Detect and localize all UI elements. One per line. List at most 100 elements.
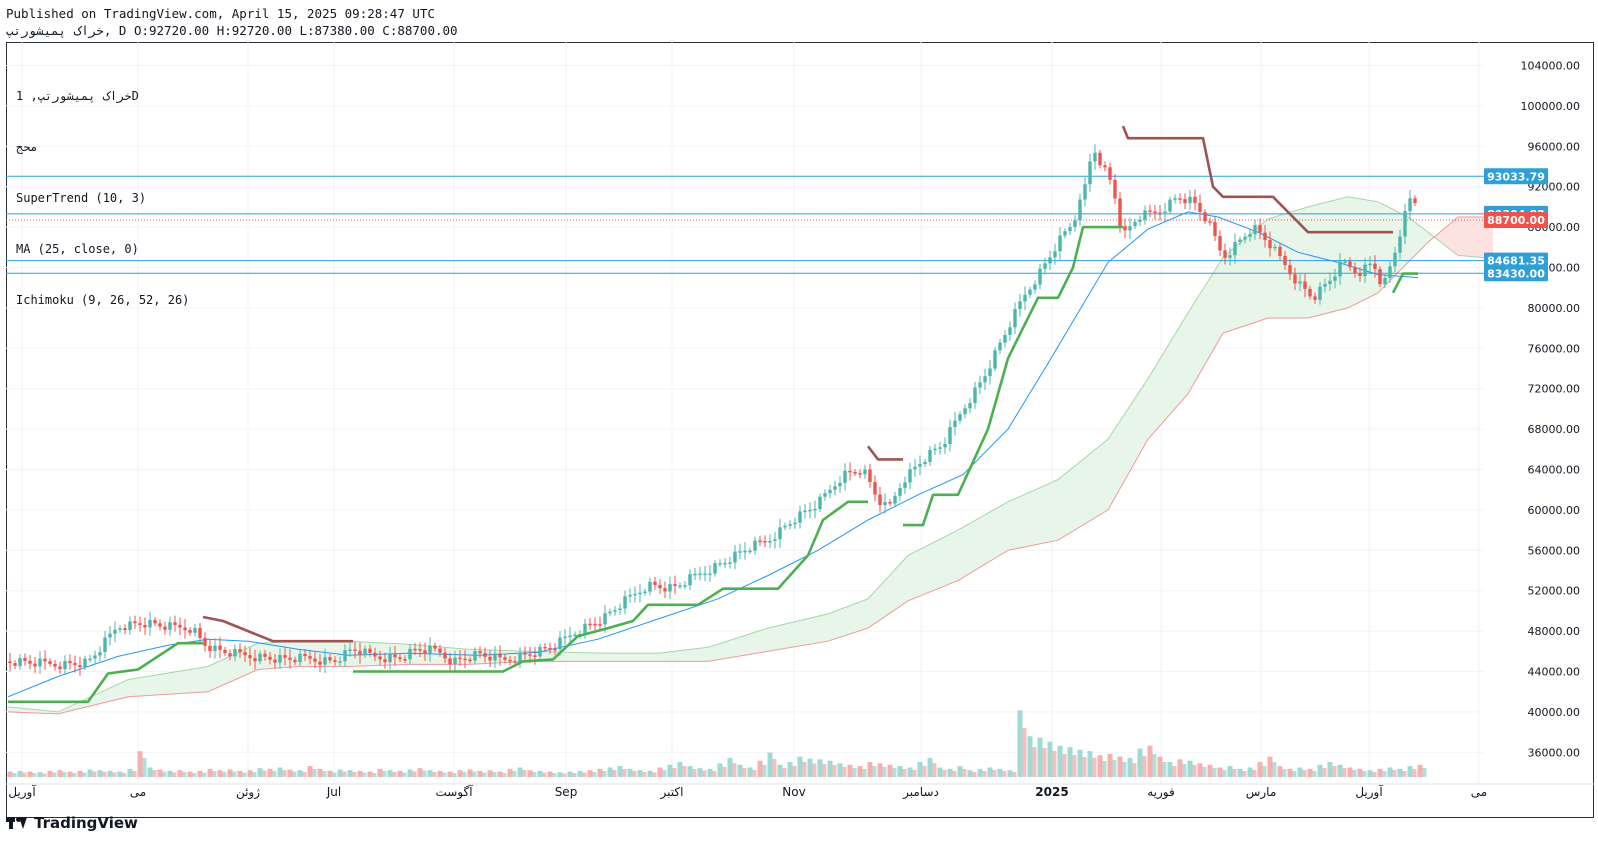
candle-body [1193, 196, 1197, 203]
cloud-segment [618, 653, 623, 662]
volume-bar [927, 757, 933, 777]
candle-body [1328, 280, 1332, 285]
price-tick-label: 36000.00 [1528, 746, 1581, 759]
candle-body [278, 655, 282, 663]
candle-body [378, 656, 382, 660]
cloud-segment [1363, 199, 1368, 301]
candle-body [423, 650, 427, 654]
candle-body [998, 342, 1002, 351]
candle-body [488, 656, 492, 661]
candle-body [1123, 226, 1127, 231]
candle-body [243, 652, 247, 656]
legend-ichimoku[interactable]: Ichimoku (9, 26, 52, 26) [16, 292, 189, 309]
cloud-segment [1448, 221, 1453, 252]
candle-body [553, 648, 557, 651]
volume-bar [807, 758, 813, 777]
candle-body [98, 652, 102, 656]
volume-bar [957, 766, 963, 777]
cloud-segment [1018, 495, 1023, 549]
candle-body [1098, 152, 1102, 166]
volume-bar [642, 772, 647, 777]
volume-bar [582, 772, 587, 777]
candle-body [68, 661, 72, 664]
volume-bar [1172, 766, 1177, 777]
volume-bar [142, 758, 147, 777]
volume-bar [297, 770, 303, 777]
candle-body [458, 657, 462, 660]
volume-bar [477, 770, 483, 777]
volume-bar [272, 771, 277, 777]
cloud-segment [763, 628, 768, 653]
candle-body [213, 645, 217, 652]
volume-bar [1202, 767, 1207, 777]
cloud-segment [188, 668, 193, 693]
candle-body [283, 655, 287, 658]
volume-bars [7, 710, 1427, 777]
volume-bar [742, 768, 747, 777]
legend-ma[interactable]: MA (25, close, 0) [16, 241, 189, 258]
cloud-segment [743, 634, 748, 656]
cloud-segment [1063, 471, 1068, 538]
candle-body [1078, 199, 1082, 221]
cloud-segment [1293, 209, 1298, 318]
cloud-segment [988, 510, 993, 563]
volume-bar [607, 767, 613, 777]
volume-bar [427, 770, 433, 777]
candle-body [368, 648, 372, 653]
price-axis[interactable]: 104000.00100000.0096000.0092000.0088000.… [1484, 60, 1580, 760]
candle-body [478, 651, 482, 654]
volume-bar [1097, 755, 1103, 777]
candle-body [83, 658, 87, 668]
cloud-segment [648, 653, 653, 662]
volume-bar [762, 765, 767, 777]
candle-body [848, 470, 852, 473]
volume-bar [1042, 748, 1047, 777]
legend-supertrend[interactable]: SuperTrend (10, 3) [16, 190, 189, 207]
candle-body [333, 660, 337, 662]
volume-bar [237, 770, 243, 777]
volume-bar [252, 772, 257, 777]
tradingview-logo[interactable]: TradingView [6, 814, 138, 832]
volume-bar [312, 769, 317, 777]
time-axis[interactable]: آوریل می ژوئن Jul آگوست Sep اکتبر Nov دسامبر 2025… [6, 783, 1594, 800]
candle-body [738, 551, 742, 553]
volume-bar [17, 770, 23, 777]
candle-body [843, 470, 847, 483]
cloud-segment [1323, 201, 1328, 315]
volume-bar [677, 762, 683, 777]
volume-bar [97, 770, 103, 777]
cloud-segment [178, 670, 183, 694]
volume-bar [797, 756, 803, 777]
legend-symbol[interactable]: خراک پمیشورتپ, 1D [16, 88, 189, 105]
cloud-segment [673, 650, 678, 662]
price-tick-label: 100000.00 [1521, 100, 1581, 113]
volume-bar [947, 768, 953, 777]
candle-body [253, 658, 257, 662]
volume-bar [767, 752, 773, 777]
price-chart[interactable]: 104000.00100000.0096000.0092000.0088000.… [6, 42, 1594, 818]
volume-bar [322, 771, 327, 777]
volume-bar [877, 763, 883, 777]
volume-bar [1087, 751, 1093, 777]
cloud-segment [148, 675, 153, 696]
candle-body [983, 376, 987, 383]
candle-body [1203, 212, 1207, 222]
candle-body [928, 450, 932, 462]
candle-body [628, 594, 632, 597]
hline-price-label: 83430.00 [1487, 267, 1545, 280]
candle-body [913, 466, 917, 470]
volume-bar [872, 766, 877, 777]
volume-bar [1282, 769, 1287, 777]
candle-body [473, 651, 477, 661]
cloud-segment [918, 547, 923, 597]
cloud-segment [838, 608, 843, 638]
candle-body [573, 634, 577, 637]
volume-bar [1337, 764, 1343, 777]
candle-body [988, 368, 992, 377]
candle-body [293, 659, 297, 663]
candle-body [1248, 234, 1252, 237]
candle-body [323, 657, 327, 665]
cloud-segment [608, 653, 613, 662]
volume-bar [377, 768, 383, 777]
candle-body [1348, 261, 1352, 268]
